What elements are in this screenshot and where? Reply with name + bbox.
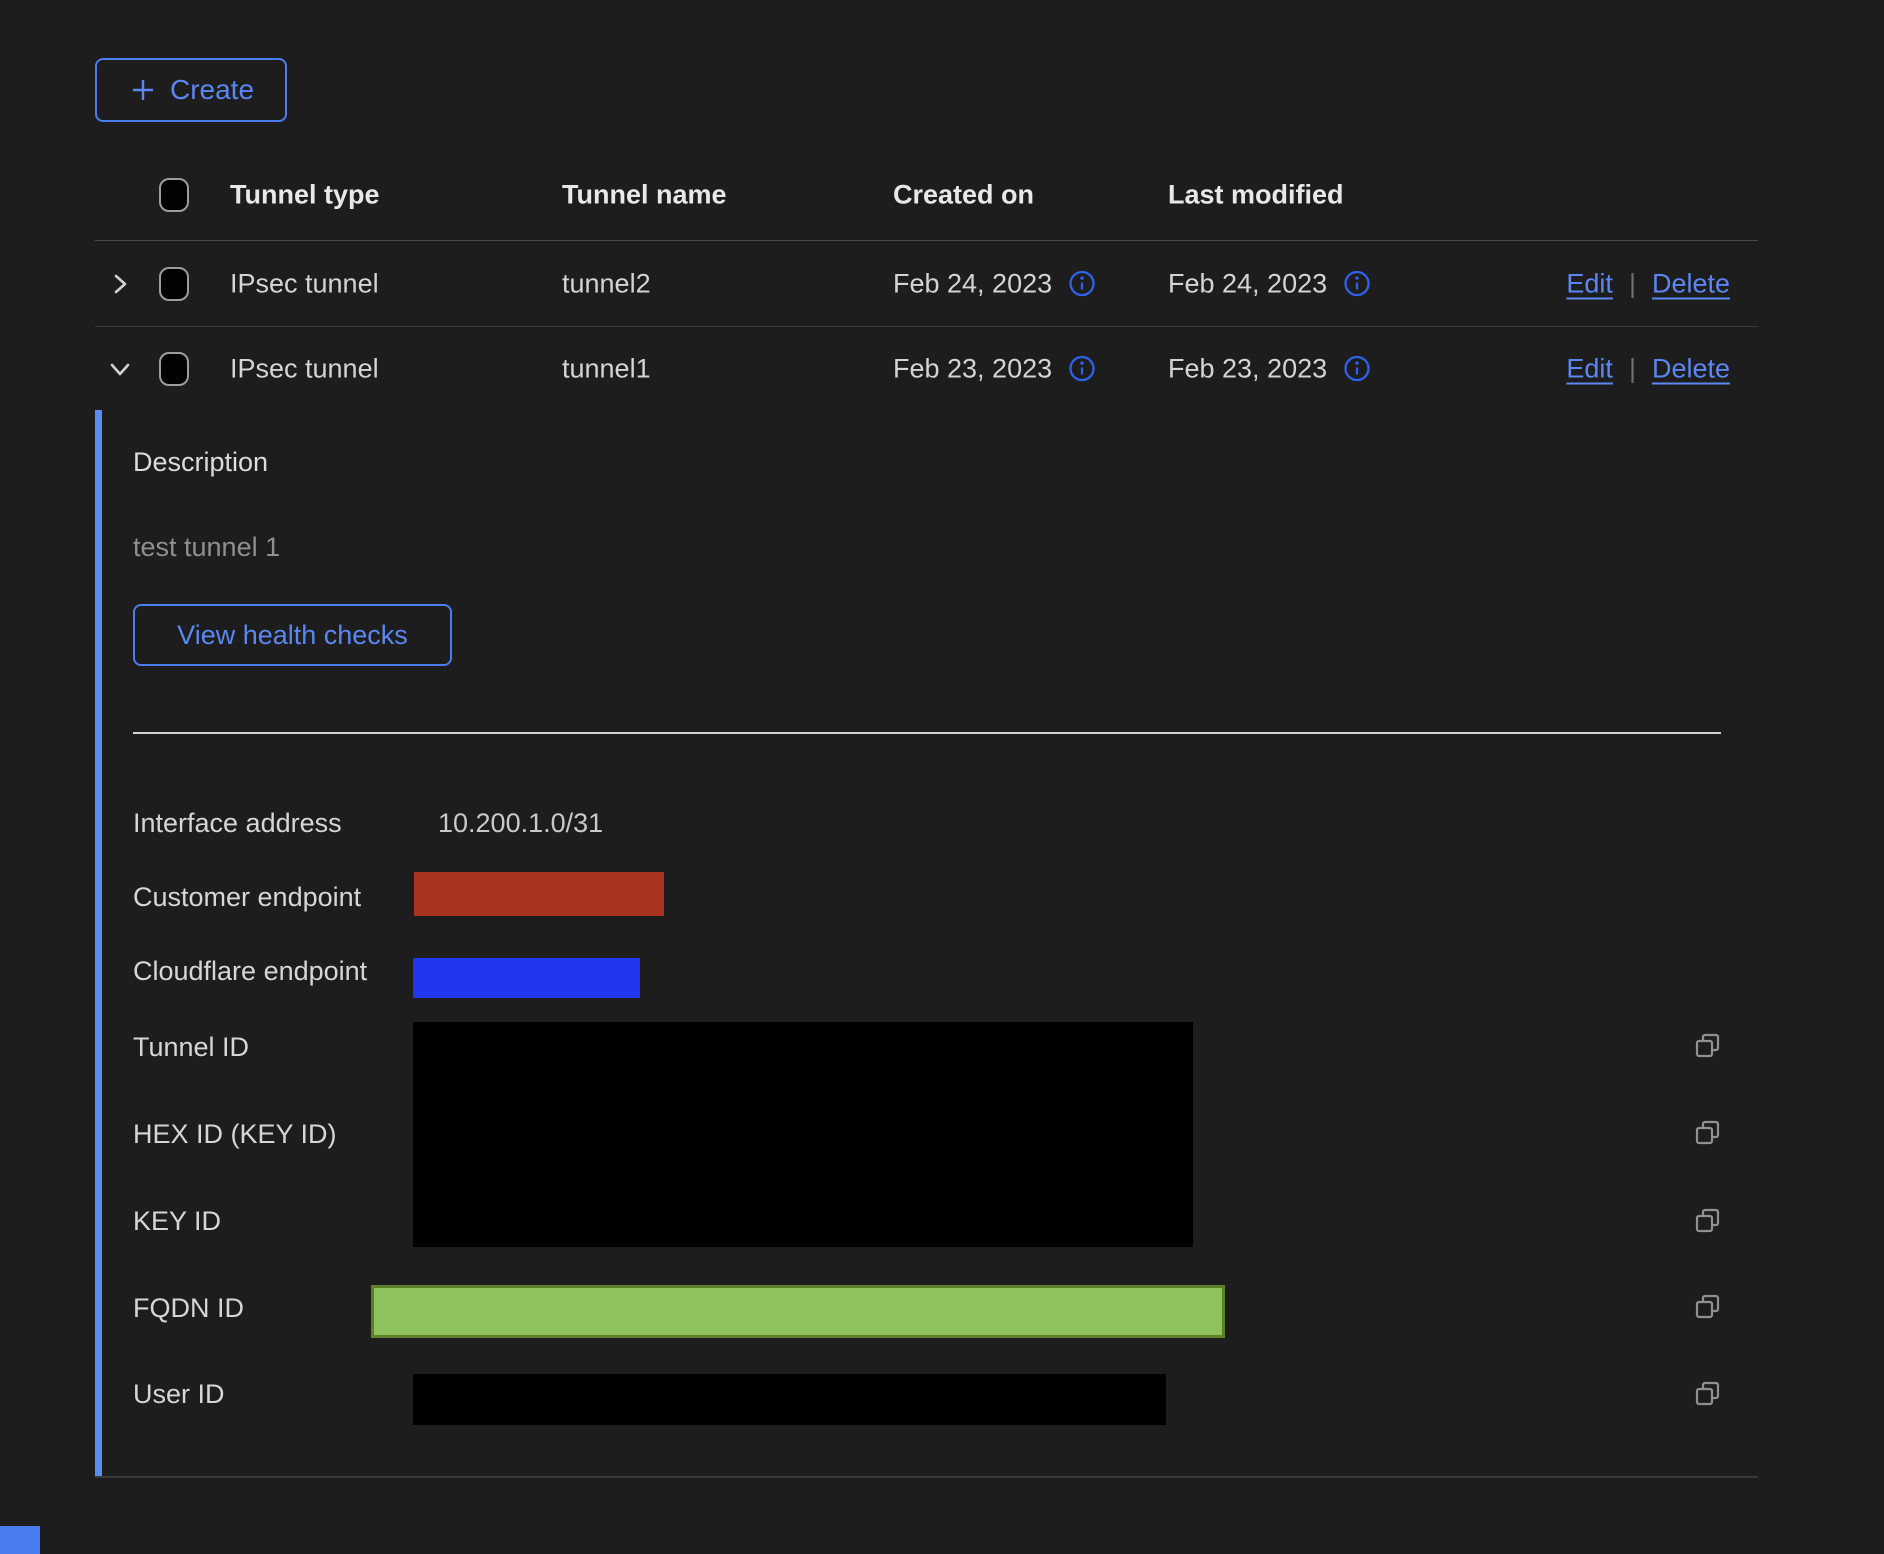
description-value: test tunnel 1 xyxy=(133,532,280,563)
tunnel-name-cell: tunnel2 xyxy=(562,268,651,299)
fqdn-id-redacted-value xyxy=(371,1285,1225,1338)
copy-icon[interactable] xyxy=(1691,1205,1725,1239)
user-id-label: User ID xyxy=(133,1378,225,1410)
description-label: Description xyxy=(133,447,268,478)
last-modified-cell: Feb 23, 2023 xyxy=(1168,353,1327,384)
tunnels-table: Tunnel type Tunnel name Created on Last … xyxy=(95,150,1758,410)
tunnels-page: Create Tunnel type Tunnel name Created o… xyxy=(0,0,1884,1554)
interface-address-label: Interface address xyxy=(133,807,342,839)
last-modified-cell: Feb 24, 2023 xyxy=(1168,268,1327,299)
interface-address-value: 10.200.1.0/31 xyxy=(438,807,603,839)
plus-icon xyxy=(128,75,158,105)
delete-link[interactable]: Delete xyxy=(1652,268,1730,298)
section-divider xyxy=(133,732,1721,734)
header-tunnel-type: Tunnel type xyxy=(230,180,380,211)
chevron-right-icon[interactable] xyxy=(105,269,135,299)
copy-icon[interactable] xyxy=(1691,1378,1725,1412)
customer-endpoint-label: Customer endpoint xyxy=(133,881,361,913)
table-row-tunnel1: IPsec tunnel tunnel1 Feb 23, 2023 Feb 23… xyxy=(95,327,1758,410)
info-icon[interactable] xyxy=(1068,355,1096,383)
row-checkbox[interactable] xyxy=(159,267,189,301)
info-icon[interactable] xyxy=(1068,270,1096,298)
cloudflare-endpoint-redacted-value xyxy=(413,958,640,998)
create-button[interactable]: Create xyxy=(95,58,287,122)
expanded-row-indicator-bar xyxy=(95,410,102,1476)
tunnel-name-cell: tunnel1 xyxy=(562,353,651,384)
bottom-left-accent xyxy=(0,1526,40,1554)
action-separator: | xyxy=(1629,353,1636,383)
info-icon[interactable] xyxy=(1343,270,1371,298)
created-on-cell: Feb 23, 2023 xyxy=(893,353,1052,384)
view-health-checks-button[interactable]: View health checks xyxy=(133,604,452,666)
action-separator: | xyxy=(1629,268,1636,298)
copy-icon[interactable] xyxy=(1691,1291,1725,1325)
header-created-on: Created on xyxy=(893,180,1034,211)
user-id-redacted-value xyxy=(413,1374,1166,1425)
tunnel-detail-panel: Description test tunnel 1 View health ch… xyxy=(95,410,1758,1478)
cloudflare-endpoint-label: Cloudflare endpoint xyxy=(133,955,367,987)
tunnel-type-cell: IPsec tunnel xyxy=(230,353,379,384)
copy-icon[interactable] xyxy=(1691,1117,1725,1151)
hex-id-label: HEX ID (KEY ID) xyxy=(133,1118,337,1150)
ids-redacted-block xyxy=(413,1022,1193,1247)
header-tunnel-name: Tunnel name xyxy=(562,180,727,211)
edit-link[interactable]: Edit xyxy=(1566,268,1613,298)
select-all-checkbox[interactable] xyxy=(159,178,189,212)
edit-link[interactable]: Edit xyxy=(1566,353,1613,383)
table-row-tunnel2: IPsec tunnel tunnel2 Feb 24, 2023 Feb 24… xyxy=(95,241,1758,327)
customer-endpoint-redacted-value xyxy=(414,872,664,916)
tunnel-type-cell: IPsec tunnel xyxy=(230,268,379,299)
fqdn-id-label: FQDN ID xyxy=(133,1292,244,1324)
create-button-label: Create xyxy=(170,74,254,106)
info-icon[interactable] xyxy=(1343,355,1371,383)
table-header-row: Tunnel type Tunnel name Created on Last … xyxy=(95,150,1758,241)
chevron-down-icon[interactable] xyxy=(105,354,135,384)
tunnel-id-label: Tunnel ID xyxy=(133,1031,249,1063)
row-checkbox[interactable] xyxy=(159,352,189,386)
header-last-modified: Last modified xyxy=(1168,180,1344,211)
delete-link[interactable]: Delete xyxy=(1652,353,1730,383)
copy-icon[interactable] xyxy=(1691,1030,1725,1064)
created-on-cell: Feb 24, 2023 xyxy=(893,268,1052,299)
key-id-label: KEY ID xyxy=(133,1205,221,1237)
